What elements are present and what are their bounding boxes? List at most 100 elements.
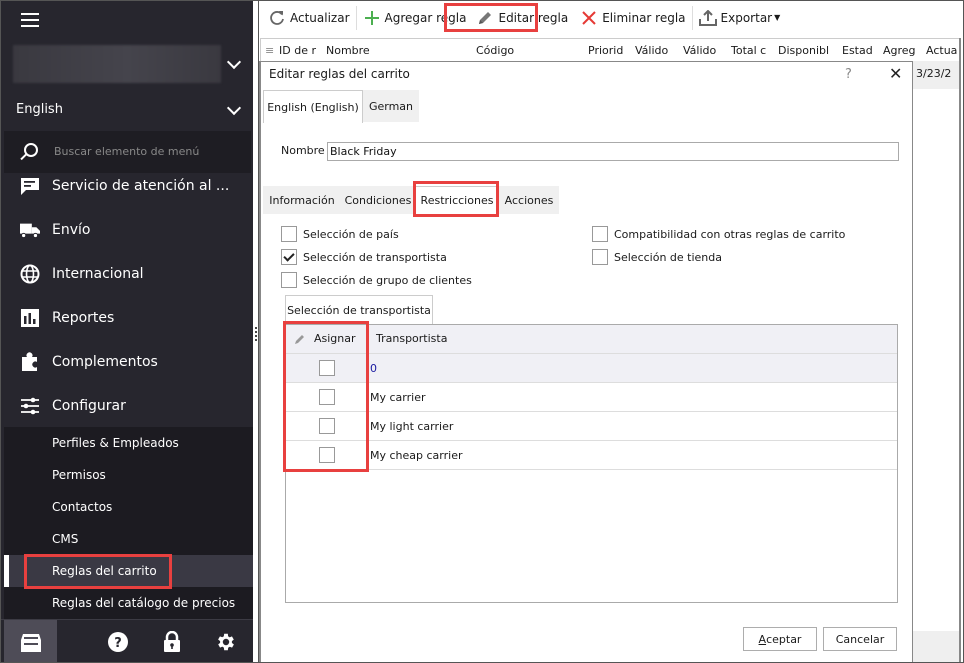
sidebar-item-label: Configurar (52, 398, 126, 414)
splitter-grip-icon[interactable] (255, 327, 257, 341)
checkbox-seleccion-tienda[interactable]: Selección de tienda (592, 249, 722, 265)
carrier-row[interactable]: My carrier (286, 383, 897, 412)
tab-condiciones[interactable]: Condiciones (341, 186, 415, 214)
toolbar: Actualizar Agregar regla Editar regla El (259, 1, 963, 34)
column-header-transportista[interactable]: Transportista (376, 332, 447, 345)
assign-checkbox[interactable] (319, 360, 335, 376)
settings-button[interactable] (215, 631, 237, 653)
rules-grid-row[interactable]: 3/23/2 (912, 61, 960, 89)
sidebar-item-internacional[interactable]: Internacional (1, 252, 253, 296)
rules-grid-header: ≡ ID de r Nombre Código Priorid Válido V… (260, 38, 960, 62)
svg-text:?: ? (114, 636, 122, 651)
sidebar-item-reportes[interactable]: Reportes (1, 296, 253, 340)
sidebar-item-label: Internacional (52, 266, 144, 282)
help-icon[interactable]: ? (845, 67, 852, 82)
grid-cell: 3/23/2 (916, 67, 952, 80)
gear-icon (218, 633, 234, 651)
carrier-row[interactable]: My cheap carrier (286, 441, 897, 470)
checkbox-seleccion-transportista[interactable]: Selección de transportista (281, 249, 447, 265)
tab-acciones[interactable]: Acciones (499, 186, 559, 214)
accept-button[interactable]: Aceptar (743, 627, 817, 651)
close-icon[interactable]: ✕ (889, 64, 902, 83)
configurar-submenu: Perfiles & Empleados Permisos Contactos … (4, 427, 253, 619)
language-selector[interactable]: English (16, 102, 63, 117)
checkbox[interactable] (281, 226, 297, 242)
assign-checkbox[interactable] (319, 418, 335, 434)
carrier-grid: Asignar Transportista 0 My carrier My li… (285, 324, 898, 603)
name-label: Nombre (281, 144, 325, 157)
store-selector[interactable] (13, 45, 221, 83)
column-header[interactable]: Código (476, 44, 514, 57)
carrier-row[interactable]: My light carrier (286, 412, 897, 441)
search-icon (24, 143, 38, 157)
edit-rule-button[interactable]: Editar regla (472, 5, 572, 31)
checkbox[interactable] (281, 272, 297, 288)
column-header[interactable]: ID de r (279, 44, 316, 57)
sidebar-item-label: Envío (52, 222, 91, 238)
column-header[interactable]: Válido (635, 44, 668, 57)
help-button[interactable]: ? (107, 631, 129, 653)
hamburger-menu-icon[interactable] (21, 13, 39, 27)
column-header[interactable]: Agreg (883, 44, 916, 57)
export-button[interactable]: Exportar ▼ (695, 5, 785, 31)
sidebar-item-configurar[interactable]: Configurar (1, 384, 253, 428)
help-icon: ? (108, 632, 128, 652)
column-chooser-icon[interactable]: ≡ (265, 44, 274, 57)
menu-search-input[interactable]: Buscar elemento de menú (54, 145, 199, 158)
sidebar-item-label: Complementos (52, 354, 158, 370)
language-chevron-down-icon[interactable] (226, 100, 242, 116)
submenu-item-perfiles[interactable]: Perfiles & Empleados (4, 427, 253, 459)
carrier-grid-header: Asignar Transportista (286, 325, 897, 354)
add-rule-button[interactable]: Agregar regla (359, 5, 471, 31)
column-header[interactable]: Estad (842, 44, 873, 57)
checkbox-seleccion-grupo-clientes[interactable]: Selección de grupo de clientes (281, 272, 472, 288)
submenu-item-permisos[interactable]: Permisos (4, 459, 253, 491)
column-header-asignar[interactable]: Asignar (294, 332, 356, 345)
sliders-icon (20, 396, 40, 416)
lock-button[interactable] (161, 631, 183, 653)
column-header[interactable]: Total c (731, 44, 766, 57)
name-input[interactable] (327, 142, 899, 161)
cancel-button[interactable]: Cancelar (823, 627, 897, 651)
carrier-row[interactable]: 0 (286, 354, 897, 383)
tab-english[interactable]: English (English) (263, 90, 363, 123)
bar-chart-icon (20, 308, 40, 328)
submenu-item-cms[interactable]: CMS (4, 523, 253, 555)
chat-icon (20, 176, 40, 196)
checkbox[interactable] (592, 249, 608, 265)
column-header[interactable]: Priorid (588, 44, 623, 57)
column-header[interactable]: Disponibl (778, 44, 829, 57)
store-chevron-down-icon[interactable] (226, 54, 242, 70)
dropdown-caret-icon: ▼ (774, 13, 781, 22)
main-content: Actualizar Agregar regla Editar regla El (259, 1, 963, 662)
sidebar-item-servicio[interactable]: Servicio de atención al ... (1, 164, 253, 208)
checkbox-seleccion-pais[interactable]: Selección de país (281, 226, 399, 242)
column-header[interactable]: Válido (683, 44, 716, 57)
app-window: English Buscar elemento de menú Servicio… (0, 0, 964, 663)
edit-cart-rules-dialog: Editar reglas del carrito ? ✕ English (E… (259, 61, 913, 662)
assign-checkbox[interactable] (319, 447, 335, 463)
assign-checkbox[interactable] (319, 389, 335, 405)
checkbox-checked[interactable] (281, 249, 297, 265)
tab-seleccion-transportista[interactable]: Selección de transportista (285, 295, 433, 325)
column-header[interactable]: Actua (926, 44, 957, 57)
tab-restricciones[interactable]: Restricciones (415, 186, 499, 214)
truck-icon (20, 220, 40, 240)
tab-informacion[interactable]: Información (263, 186, 341, 214)
submenu-item-reglas-catalogo[interactable]: Reglas del catálogo de precios (4, 587, 253, 619)
checkbox-compatibilidad[interactable]: Compatibilidad con otras reglas de carri… (592, 226, 845, 242)
dialog-title: Editar reglas del carrito (269, 67, 410, 81)
submenu-item-reglas-carrito[interactable]: Reglas del carrito (4, 555, 253, 587)
inbox-store-icon (20, 633, 41, 652)
tab-german[interactable]: German (363, 90, 419, 122)
carrier-name: My light carrier (370, 420, 454, 433)
column-header[interactable]: Nombre (326, 44, 370, 57)
refresh-button[interactable]: Actualizar (264, 5, 354, 31)
store-home-button[interactable] (4, 620, 57, 662)
sidebar-item-envio[interactable]: Envío (1, 208, 253, 252)
checkbox[interactable] (592, 226, 608, 242)
sidebar-item-complementos[interactable]: Complementos (1, 340, 253, 384)
upload-icon (698, 9, 717, 27)
submenu-item-contactos[interactable]: Contactos (4, 491, 253, 523)
delete-rule-button[interactable]: Eliminar regla (576, 5, 689, 31)
